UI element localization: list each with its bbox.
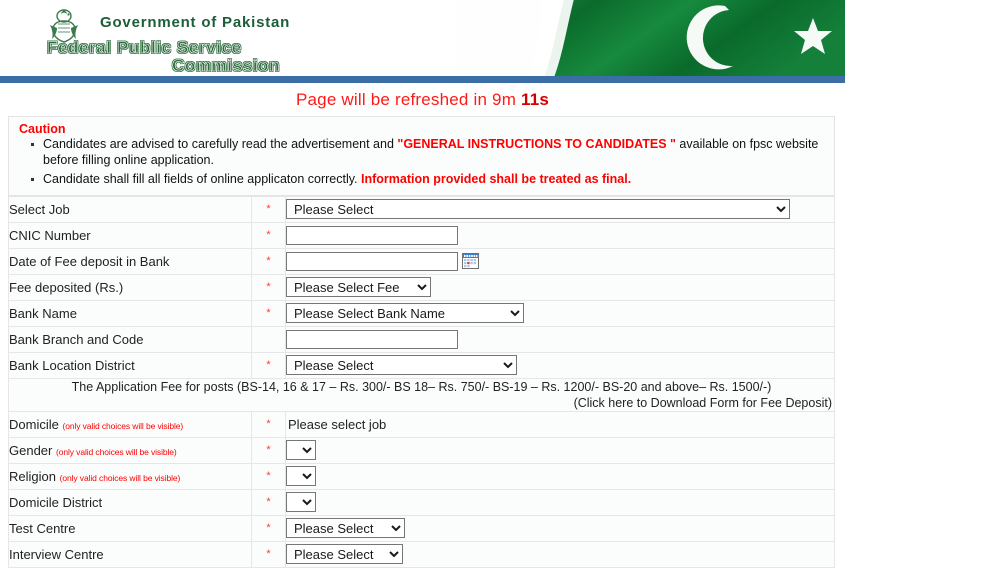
bank-branch-input[interactable] [286, 329, 458, 349]
field-bank-district: Please Select [285, 351, 835, 379]
form-row-gender: Gender (only valid choices will be visib… [8, 436, 835, 464]
fee-note-download-link[interactable]: (Click here to Download Form for Fee Dep… [9, 395, 834, 411]
required-mark-select-job: * [251, 195, 286, 223]
label-cnic: CNIC Number [8, 221, 252, 249]
domicile-value: Please select job [288, 416, 387, 432]
label-bank-district: Bank Location District [8, 351, 252, 379]
caution-item-1: Candidates are advised to carefully read… [31, 137, 828, 168]
site-banner: Government of Pakistan Federal Public Se… [0, 0, 845, 76]
refresh-countdown: Page will be refreshed in 9m 11s [0, 83, 845, 116]
label-religion-text: Religion [9, 468, 56, 484]
form-row-religion: Religion (only valid choices will be vis… [8, 462, 835, 490]
label-bank-branch: Bank Branch and Code [8, 325, 252, 353]
required-mark-fee-date: * [251, 247, 286, 275]
select-job-dropdown[interactable]: Please Select [286, 199, 790, 219]
form-row-domicile-district: Domicile District * [8, 488, 835, 516]
caution-item-1-emphasis: "GENERAL INSTRUCTIONS TO CANDIDATES " [397, 137, 676, 151]
field-bank-branch [285, 325, 835, 353]
form-row-fee-date: Date of Fee deposit in Bank * [8, 247, 835, 275]
field-test-centre: Please Select [285, 514, 835, 542]
required-mark-religion: * [251, 462, 286, 490]
form-row-bank-district: Bank Location District * Please Select [8, 351, 835, 379]
fee-amount-dropdown[interactable]: Please Select Fee [286, 277, 431, 297]
field-religion [285, 462, 835, 490]
field-fee-date [285, 247, 835, 275]
form-row-test-centre: Test Centre * Please Select [8, 514, 835, 542]
fee-note: The Application Fee for posts (BS-14, 16… [8, 377, 835, 412]
label-domicile-hint: (only valid choices will be visible) [62, 420, 184, 431]
caution-panel: Caution Candidates are advised to carefu… [8, 116, 835, 196]
required-mark-bank-branch [251, 325, 286, 353]
caution-list: Candidates are advised to carefully read… [15, 137, 828, 188]
form-row-cnic: CNIC Number * [8, 221, 835, 249]
form-row-bank-branch: Bank Branch and Code [8, 325, 835, 353]
field-select-job: Please Select [285, 195, 835, 223]
caution-item-2-text-before: Candidate shall fill all fields of onlin… [43, 172, 361, 186]
required-mark-domicile-district: * [251, 488, 286, 516]
required-mark-domicile: * [251, 410, 286, 438]
gender-dropdown[interactable] [286, 440, 316, 460]
form-row-fee-amount: Fee deposited (Rs.) * Please Select Fee [8, 273, 835, 301]
label-domicile-district: Domicile District [8, 488, 252, 516]
application-form-table: Select Job * Please Select CNIC Number *… [8, 195, 835, 568]
form-row-domicile: Domicile (only valid choices will be vis… [8, 410, 835, 438]
field-cnic [285, 221, 835, 249]
label-fee-date: Date of Fee deposit in Bank [8, 247, 252, 275]
field-fee-amount: Please Select Fee [285, 273, 835, 301]
bank-district-dropdown[interactable]: Please Select [286, 355, 517, 375]
required-mark-bank-district: * [251, 351, 286, 379]
caution-item-2-emphasis: Information provided shall be treated as… [361, 172, 632, 186]
field-domicile: Please select job [285, 410, 835, 438]
form-row-fee-note: The Application Fee for posts (BS-14, 16… [8, 377, 835, 412]
label-gender-text: Gender [9, 442, 53, 458]
organization-name-line2: Commission [172, 56, 281, 76]
label-gender: Gender (only valid choices will be visib… [8, 436, 252, 464]
required-mark-gender: * [251, 436, 286, 464]
pakistan-flag-image [425, 0, 845, 76]
fee-date-input[interactable] [286, 251, 458, 271]
required-mark-bank-name: * [251, 299, 286, 327]
label-gender-hint: (only valid choices will be visible) [56, 446, 177, 457]
label-test-centre: Test Centre [8, 514, 252, 542]
calendar-icon[interactable] [462, 253, 479, 270]
label-domicile: Domicile (only valid choices will be vis… [8, 410, 252, 438]
bank-name-dropdown[interactable]: Please Select Bank Name [286, 303, 524, 323]
label-religion-hint: (only valid choices will be visible) [59, 472, 181, 483]
label-religion: Religion (only valid choices will be vis… [8, 462, 252, 490]
required-mark-cnic: * [251, 221, 286, 249]
interview-centre-dropdown[interactable]: Please Select [286, 544, 403, 564]
label-bank-name: Bank Name [8, 299, 252, 327]
cnic-input[interactable] [286, 225, 458, 245]
label-domicile-text: Domicile [9, 416, 59, 432]
label-fee-amount: Fee deposited (Rs.) [8, 273, 252, 301]
organization-name-line1: Federal Public Service [47, 38, 242, 58]
test-centre-dropdown[interactable]: Please Select [286, 518, 405, 538]
religion-dropdown[interactable] [286, 466, 316, 486]
required-mark-test-centre: * [251, 514, 286, 542]
domicile-district-dropdown[interactable] [286, 492, 316, 512]
form-row-select-job: Select Job * Please Select [8, 195, 835, 223]
caution-item-2: Candidate shall fill all fields of onlin… [31, 172, 828, 188]
fee-note-line1: The Application Fee for posts (BS-14, 16… [71, 379, 772, 394]
government-title: Government of Pakistan [100, 14, 291, 31]
banner-divider [0, 76, 845, 83]
label-select-job: Select Job [8, 195, 252, 223]
field-domicile-district [285, 488, 835, 516]
field-bank-name: Please Select Bank Name [285, 299, 835, 327]
refresh-countdown-seconds: 11s [521, 90, 550, 109]
required-mark-fee-amount: * [251, 273, 286, 301]
caution-title: Caution [19, 122, 66, 136]
form-row-bank-name: Bank Name * Please Select Bank Name [8, 299, 835, 327]
refresh-countdown-text: Page will be refreshed in 9m [295, 90, 521, 109]
field-gender [285, 436, 835, 464]
caution-item-1-text-before: Candidates are advised to carefully read… [43, 137, 398, 151]
